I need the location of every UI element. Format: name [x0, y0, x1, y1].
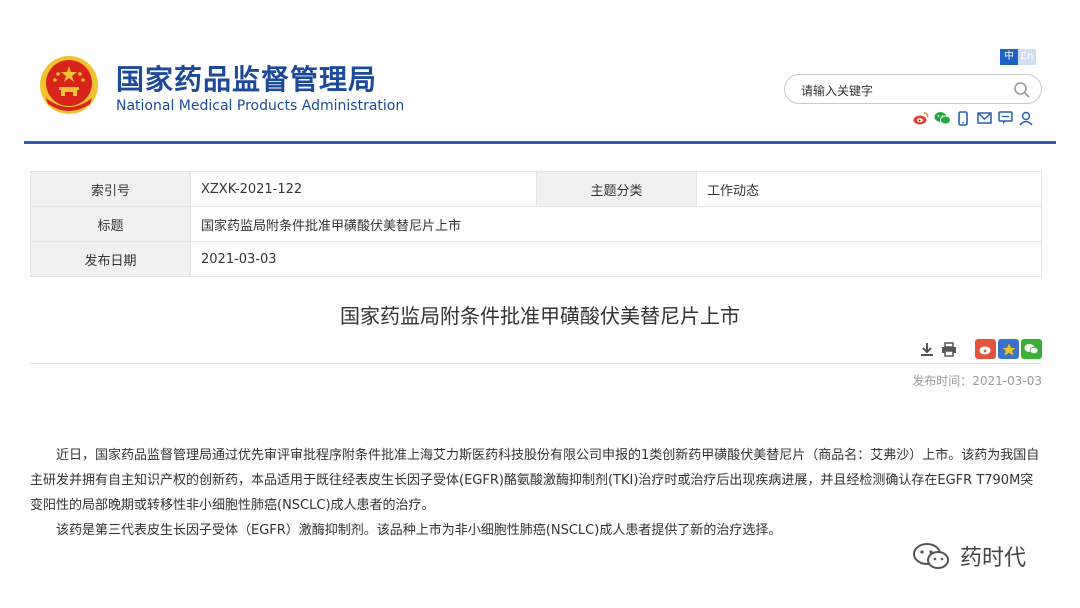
table-row: 标题 国家药监局附条件批准甲磺酸伏美替尼片上市: [30, 206, 1042, 242]
search-box[interactable]: 请输入关键字: [784, 74, 1042, 104]
article-title: 国家药监局附条件批准甲磺酸伏美替尼片上市: [340, 304, 740, 328]
category-label: 主题分类: [536, 171, 697, 207]
date-value: 2021-03-03: [190, 241, 1042, 277]
share-weibo-icon[interactable]: [975, 339, 996, 359]
share-buttons: [975, 339, 1042, 359]
table-row: 发布日期 2021-03-03: [30, 241, 1042, 277]
message-icon[interactable]: [996, 109, 1014, 127]
title-label: 标题: [30, 206, 191, 242]
index-value: XZXK-2021-122: [190, 171, 537, 207]
print-icon[interactable]: [940, 340, 958, 358]
language-switch: 中 En: [1000, 49, 1036, 65]
watermark: 药时代: [912, 540, 1026, 572]
weibo-icon[interactable]: [912, 109, 930, 127]
national-emblem-icon: [40, 56, 98, 114]
article-paragraph: 近日，国家药品监督管理局通过优先审评审批程序附条件批准上海艾力斯医药科技股份有限…: [30, 448, 1040, 513]
article-paragraph: 该药是第三代表皮生长因子受体（EGFR）激酶抑制剂。该品种上市为非小细胞性肺癌(…: [56, 523, 782, 538]
site-subtitle[interactable]: National Medical Products Administration: [116, 98, 404, 114]
lang-en-button[interactable]: En: [1018, 49, 1036, 65]
download-icon[interactable]: [918, 340, 936, 358]
share-wechat-icon[interactable]: [1021, 339, 1042, 359]
site-title[interactable]: 国家药品监督管理局: [116, 58, 377, 98]
mobile-icon[interactable]: [954, 109, 972, 127]
article-body: 近日，国家药品监督管理局通过优先审评审批程序附条件批准上海艾力斯医药科技股份有限…: [30, 443, 1044, 543]
lang-zh-button[interactable]: 中: [1000, 49, 1018, 65]
search-icon[interactable]: [1013, 81, 1031, 99]
table-row: 索引号 XZXK-2021-122 主题分类 工作动态: [30, 171, 1042, 207]
header-divider: [24, 141, 1056, 144]
publish-time: 发布时间：2021-03-03: [912, 374, 1042, 388]
wechat-watermark-icon: [913, 543, 949, 569]
wechat-icon[interactable]: [933, 109, 951, 127]
article-meta-table: 索引号 XZXK-2021-122 主题分类 工作动态 标题 国家药监局附条件批…: [30, 171, 1042, 277]
title-divider: [30, 363, 1042, 364]
user-icon[interactable]: [1017, 109, 1035, 127]
search-input[interactable]: 请输入关键字: [801, 82, 873, 99]
category-value: 工作动态: [696, 171, 1042, 207]
watermark-text: 药时代: [960, 546, 1027, 571]
title-value: 国家药监局附条件批准甲磺酸伏美替尼片上市: [190, 206, 1042, 242]
share-qzone-icon[interactable]: [998, 339, 1019, 359]
index-label: 索引号: [30, 171, 191, 207]
mail-icon[interactable]: [975, 109, 993, 127]
social-links: [912, 109, 1035, 127]
article-tools: [918, 340, 958, 358]
date-label: 发布日期: [30, 241, 191, 277]
